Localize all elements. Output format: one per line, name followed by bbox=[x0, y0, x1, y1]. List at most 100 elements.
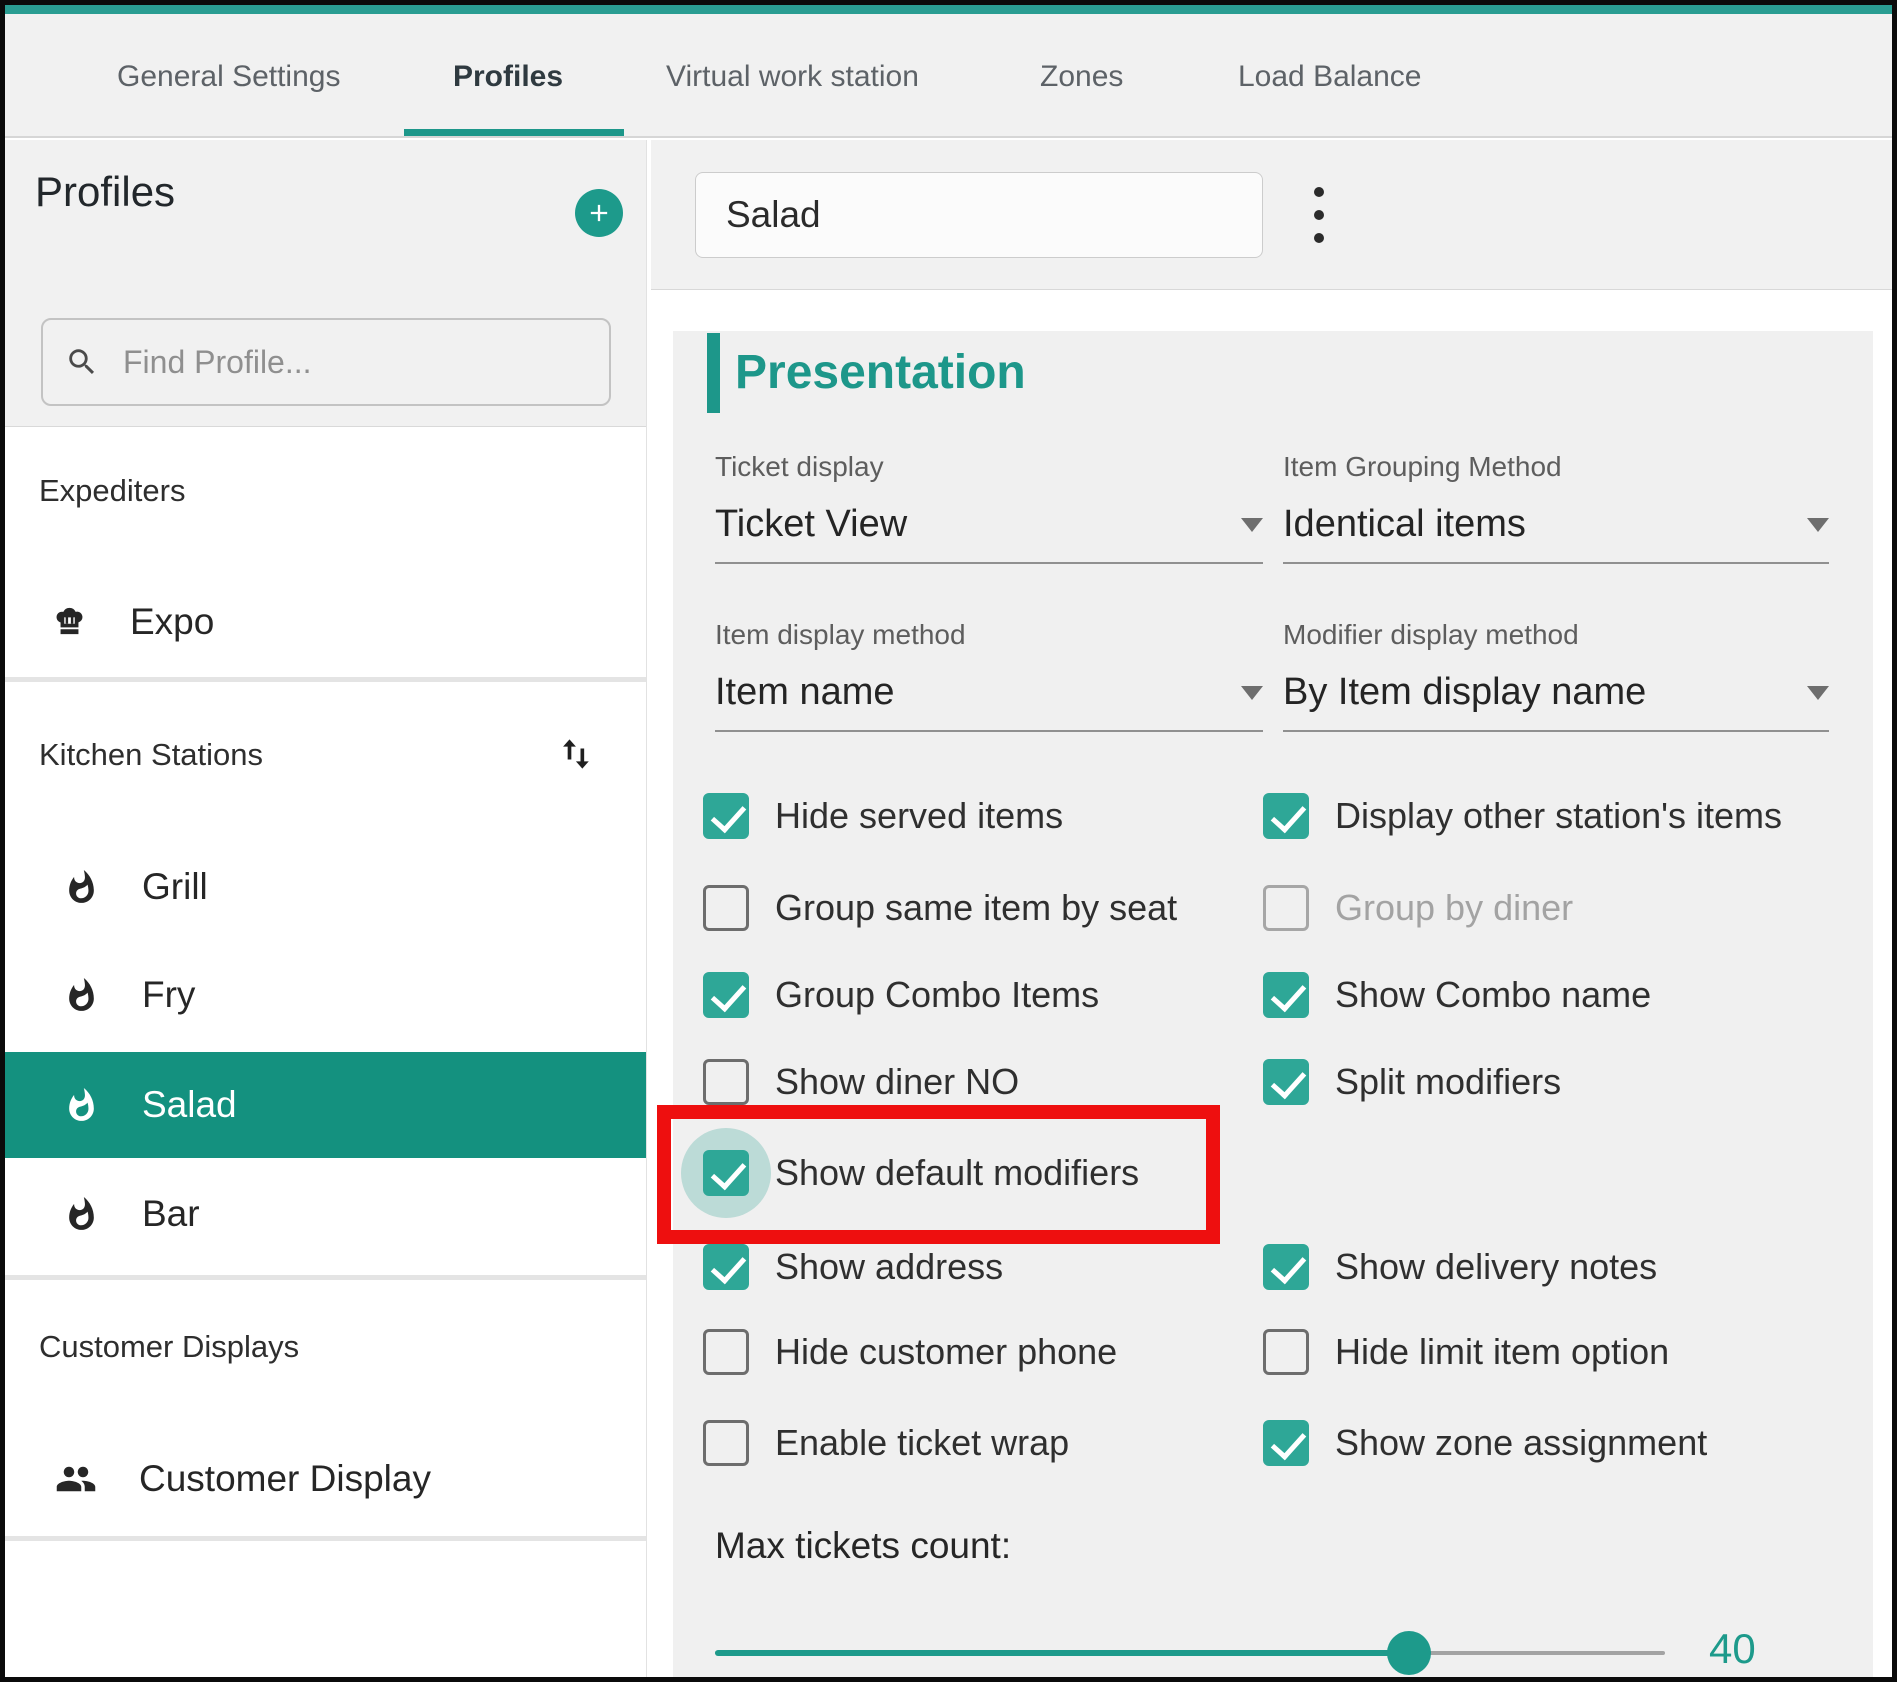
checkbox-split-modifiers[interactable]: Split modifiers bbox=[1263, 1059, 1561, 1105]
checkbox-label: Show Combo name bbox=[1335, 974, 1651, 1016]
profile-name-input[interactable] bbox=[695, 172, 1263, 258]
checkbox-show-diner-no[interactable]: Show diner NO bbox=[703, 1059, 1019, 1105]
checkbox[interactable] bbox=[703, 1150, 749, 1196]
checkbox-label: Group by diner bbox=[1335, 887, 1573, 929]
checkbox[interactable] bbox=[1263, 1059, 1309, 1105]
top-accent-strip bbox=[5, 5, 1892, 14]
sidebar-item-expo[interactable]: Expo bbox=[5, 582, 646, 662]
sidebar-item-grill[interactable]: Grill bbox=[5, 847, 646, 927]
checkbox-show-address[interactable]: Show address bbox=[703, 1244, 1003, 1290]
select-item-display-method[interactable]: Item display method Item name bbox=[715, 619, 1263, 732]
checkbox-group-combo-items[interactable]: Group Combo Items bbox=[703, 972, 1099, 1018]
slider-thumb[interactable] bbox=[1387, 1631, 1431, 1675]
divider bbox=[5, 1536, 646, 1541]
tab-zones[interactable]: Zones bbox=[1040, 60, 1123, 94]
flame-icon bbox=[63, 977, 100, 1014]
sidebar-item-bar[interactable]: Bar bbox=[5, 1174, 646, 1254]
tab-virtual-work-station[interactable]: Virtual work station bbox=[666, 60, 919, 94]
checkbox-label: Group Combo Items bbox=[775, 974, 1099, 1016]
search-icon bbox=[65, 345, 99, 379]
checkbox[interactable] bbox=[1263, 1329, 1309, 1375]
checkbox-group-by-diner: Group by diner bbox=[1263, 885, 1573, 931]
profile-header bbox=[651, 140, 1892, 290]
checkbox-label: Show default modifiers bbox=[775, 1152, 1139, 1194]
checkbox-label: Show address bbox=[775, 1246, 1003, 1288]
checkbox-group-same-item-by-seat[interactable]: Group same item by seat bbox=[703, 885, 1177, 931]
sidebar-item-label: Grill bbox=[142, 866, 208, 908]
profiles-sidebar: Profiles Expediters Expo Kitchen Station… bbox=[5, 140, 647, 1677]
tab-load-balance[interactable]: Load Balance bbox=[1238, 60, 1422, 94]
sidebar-item-customer-display[interactable]: Customer Display bbox=[5, 1439, 646, 1519]
sidebar-item-fry[interactable]: Fry bbox=[5, 955, 646, 1035]
select-item-grouping-method[interactable]: Item Grouping Method Identical items bbox=[1283, 451, 1829, 564]
checkbox-label: Enable ticket wrap bbox=[775, 1422, 1069, 1464]
sidebar-item-label: Fry bbox=[142, 974, 195, 1016]
checkbox-label: Hide customer phone bbox=[775, 1331, 1117, 1373]
checkbox[interactable] bbox=[703, 1420, 749, 1466]
checkbox[interactable] bbox=[1263, 1420, 1309, 1466]
checkbox bbox=[1263, 885, 1309, 931]
checkbox[interactable] bbox=[703, 972, 749, 1018]
chevron-down-icon bbox=[1807, 518, 1829, 532]
chevron-down-icon bbox=[1241, 686, 1263, 700]
select-underline bbox=[715, 562, 1263, 564]
checkbox-show-delivery-notes[interactable]: Show delivery notes bbox=[1263, 1244, 1657, 1290]
checkbox[interactable] bbox=[703, 1059, 749, 1105]
checkbox[interactable] bbox=[1263, 1244, 1309, 1290]
chef-hat-icon bbox=[51, 604, 88, 641]
profile-menu-button[interactable] bbox=[1291, 168, 1347, 262]
select-underline bbox=[715, 730, 1263, 732]
checkbox[interactable] bbox=[1263, 972, 1309, 1018]
checkbox-hide-customer-phone[interactable]: Hide customer phone bbox=[703, 1329, 1117, 1375]
checkbox-label: Show delivery notes bbox=[1335, 1246, 1657, 1288]
select-underline bbox=[1283, 562, 1829, 564]
select-label: Ticket display bbox=[715, 451, 1263, 483]
checkbox[interactable] bbox=[703, 1244, 749, 1290]
chevron-down-icon bbox=[1241, 518, 1263, 532]
sidebar-item-label: Bar bbox=[142, 1193, 200, 1235]
checkbox[interactable] bbox=[703, 885, 749, 931]
max-tickets-value: 40 bbox=[1709, 1625, 1756, 1673]
section-accent-bar bbox=[707, 333, 720, 413]
checkbox[interactable] bbox=[1263, 793, 1309, 839]
sidebar-item-label: Customer Display bbox=[139, 1458, 431, 1500]
checkbox-show-combo-name[interactable]: Show Combo name bbox=[1263, 972, 1651, 1018]
select-ticket-display[interactable]: Ticket display Ticket View bbox=[715, 451, 1263, 564]
checkbox-label: Group same item by seat bbox=[775, 887, 1177, 929]
checkbox-enable-ticket-wrap[interactable]: Enable ticket wrap bbox=[703, 1420, 1069, 1466]
select-modifier-display-method[interactable]: Modifier display method By Item display … bbox=[1283, 619, 1829, 732]
section-label-kitchen-stations: Kitchen Stations bbox=[39, 737, 263, 773]
select-underline bbox=[1283, 730, 1829, 732]
kebab-dot bbox=[1314, 233, 1324, 243]
checkbox[interactable] bbox=[703, 793, 749, 839]
sidebar-title: Profiles bbox=[35, 168, 175, 216]
divider bbox=[5, 677, 646, 682]
chevron-down-icon bbox=[1807, 686, 1829, 700]
sort-icon bbox=[553, 732, 597, 776]
sidebar-item-salad[interactable]: Salad bbox=[5, 1052, 646, 1158]
checkbox-label: Hide limit item option bbox=[1335, 1331, 1669, 1373]
checkbox-show-default-modifiers[interactable]: Show default modifiers bbox=[703, 1150, 1139, 1196]
checkbox-display-other-stations-items[interactable]: Display other station's items bbox=[1263, 793, 1782, 839]
checkbox-hide-served-items[interactable]: Hide served items bbox=[703, 793, 1063, 839]
select-value: By Item display name bbox=[1283, 671, 1646, 714]
flame-icon bbox=[63, 1196, 100, 1233]
tab-general-settings[interactable]: General Settings bbox=[117, 60, 340, 94]
sort-stations-button[interactable] bbox=[553, 732, 597, 776]
add-profile-button[interactable] bbox=[575, 189, 623, 237]
checkbox[interactable] bbox=[703, 1329, 749, 1375]
section-title: Presentation bbox=[735, 331, 1026, 415]
checkbox-show-zone-assignment[interactable]: Show zone assignment bbox=[1263, 1420, 1707, 1466]
search-input[interactable] bbox=[121, 343, 587, 382]
tab-profiles[interactable]: Profiles bbox=[453, 60, 563, 94]
flame-icon bbox=[63, 869, 100, 906]
checkbox-hide-limit-item-option[interactable]: Hide limit item option bbox=[1263, 1329, 1669, 1375]
select-label: Item Grouping Method bbox=[1283, 451, 1829, 483]
max-tickets-slider[interactable] bbox=[715, 1631, 1665, 1675]
section-label-expediters: Expediters bbox=[39, 473, 185, 509]
select-label: Item display method bbox=[715, 619, 1263, 651]
profile-content: Presentation Ticket display Ticket View … bbox=[651, 291, 1892, 1677]
kebab-dot bbox=[1314, 187, 1324, 197]
select-value: Item name bbox=[715, 671, 895, 714]
checkbox-label: Show zone assignment bbox=[1335, 1422, 1707, 1464]
